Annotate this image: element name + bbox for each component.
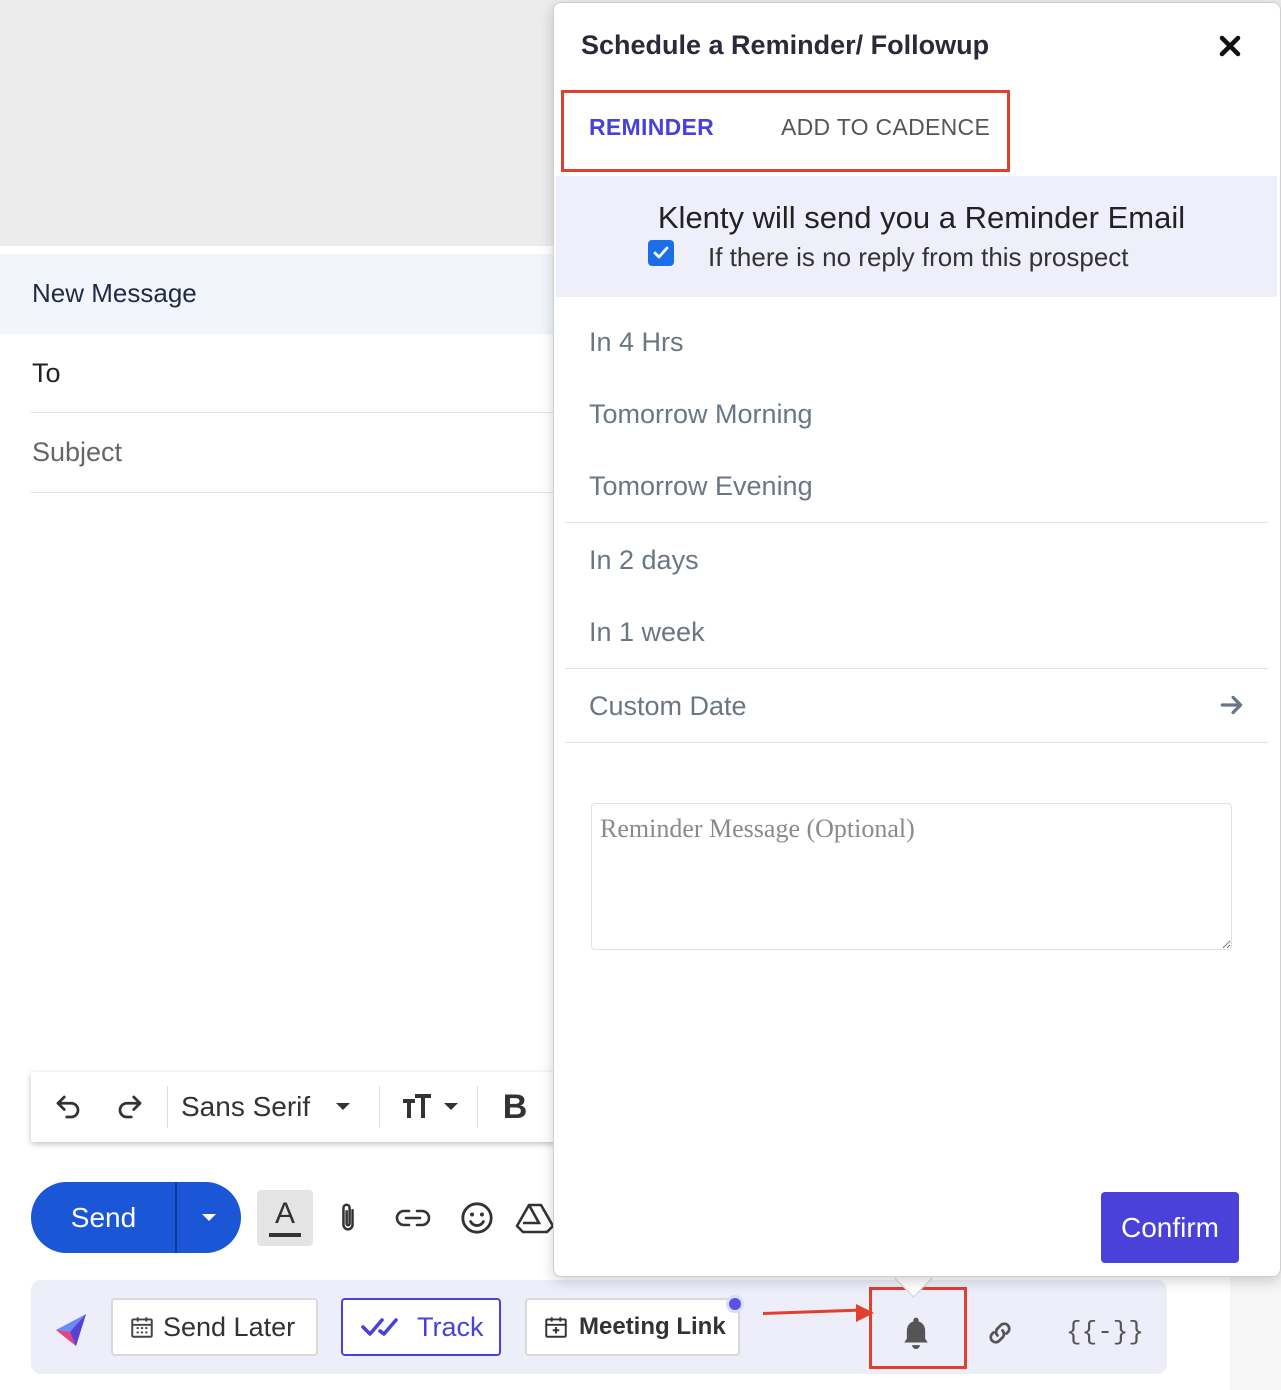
- notification-dot: [726, 1295, 744, 1313]
- formatting-toolbar: Sans Serif B: [31, 1072, 571, 1142]
- text-size-icon: [403, 1094, 431, 1118]
- chevron-down-icon: [202, 1213, 216, 1221]
- text-color-underline: [269, 1233, 301, 1237]
- toolbar-separator: [167, 1086, 168, 1128]
- toolbar-separator: [477, 1086, 478, 1128]
- send-button[interactable]: Send: [31, 1182, 176, 1253]
- font-size-select[interactable]: [393, 1072, 465, 1142]
- to-field[interactable]: To: [32, 358, 61, 389]
- subject-divider: [31, 492, 561, 493]
- chevron-down-icon: [336, 1103, 351, 1110]
- toolbar-separator: [379, 1086, 380, 1128]
- bold-button[interactable]: B: [493, 1072, 537, 1142]
- chain-link-icon[interactable]: [985, 1318, 1015, 1348]
- bell-icon[interactable]: [900, 1315, 932, 1349]
- checkmark-icon: [653, 246, 669, 259]
- attach-icon[interactable]: [320, 1190, 376, 1246]
- text-color-label: A: [274, 1197, 295, 1230]
- font-family-label: Sans Serif: [181, 1091, 311, 1122]
- options-divider: [565, 742, 1268, 743]
- option-in-1-week[interactable]: In 1 week: [589, 617, 705, 648]
- klenty-logo-icon[interactable]: [54, 1312, 88, 1348]
- undo-icon[interactable]: [47, 1072, 89, 1142]
- no-reply-checkbox[interactable]: [648, 240, 674, 266]
- template-variable-button[interactable]: {{-}}: [1066, 1317, 1144, 1347]
- tab-reminder[interactable]: REMINDER: [589, 114, 714, 141]
- tab-add-to-cadence[interactable]: ADD TO CADENCE: [781, 114, 990, 141]
- reminder-message-input[interactable]: [591, 803, 1232, 950]
- subject-field[interactable]: Subject: [32, 437, 122, 468]
- calendar-icon: [131, 1317, 153, 1338]
- close-icon[interactable]: [1214, 30, 1246, 62]
- options-divider: [565, 668, 1268, 669]
- background-strip: [1230, 1270, 1281, 1390]
- arrow-right-icon[interactable]: [1219, 692, 1245, 718]
- link-icon[interactable]: [385, 1190, 441, 1246]
- info-banner: [556, 176, 1277, 297]
- option-custom-date[interactable]: Custom Date: [589, 691, 747, 722]
- option-tomorrow-evening[interactable]: Tomorrow Evening: [589, 471, 813, 502]
- text-color-button[interactable]: A: [257, 1190, 313, 1246]
- options-divider: [565, 522, 1268, 523]
- option-in-4-hrs[interactable]: In 4 Hrs: [589, 327, 684, 358]
- popup-title: Schedule a Reminder/ Followup: [581, 30, 990, 60]
- chevron-down-icon: [444, 1103, 458, 1110]
- meeting-link-label: Meeting Link: [579, 1313, 726, 1340]
- meeting-link-button[interactable]: Meeting Link: [525, 1298, 740, 1356]
- option-tomorrow-morning[interactable]: Tomorrow Morning: [589, 399, 813, 430]
- send-button-divider: [175, 1182, 177, 1253]
- redo-icon[interactable]: [109, 1072, 151, 1142]
- no-reply-label: If there is no reply from this prospect: [708, 242, 1129, 272]
- compose-title: New Message: [32, 278, 197, 308]
- double-check-icon: [361, 1318, 398, 1336]
- confirm-button[interactable]: Confirm: [1101, 1192, 1239, 1263]
- track-button[interactable]: Track: [341, 1298, 501, 1356]
- option-in-2-days[interactable]: In 2 days: [589, 545, 699, 576]
- info-title: Klenty will send you a Reminder Email: [657, 200, 1186, 235]
- calendar-plus-icon: [545, 1317, 567, 1338]
- send-later-label: Send Later: [163, 1311, 296, 1342]
- font-family-select[interactable]: Sans Serif: [181, 1072, 371, 1142]
- to-divider: [31, 412, 561, 413]
- drive-icon[interactable]: [515, 1190, 555, 1246]
- emoji-icon[interactable]: [449, 1190, 505, 1246]
- send-later-button[interactable]: Send Later: [111, 1298, 318, 1356]
- track-label: Track: [417, 1311, 484, 1342]
